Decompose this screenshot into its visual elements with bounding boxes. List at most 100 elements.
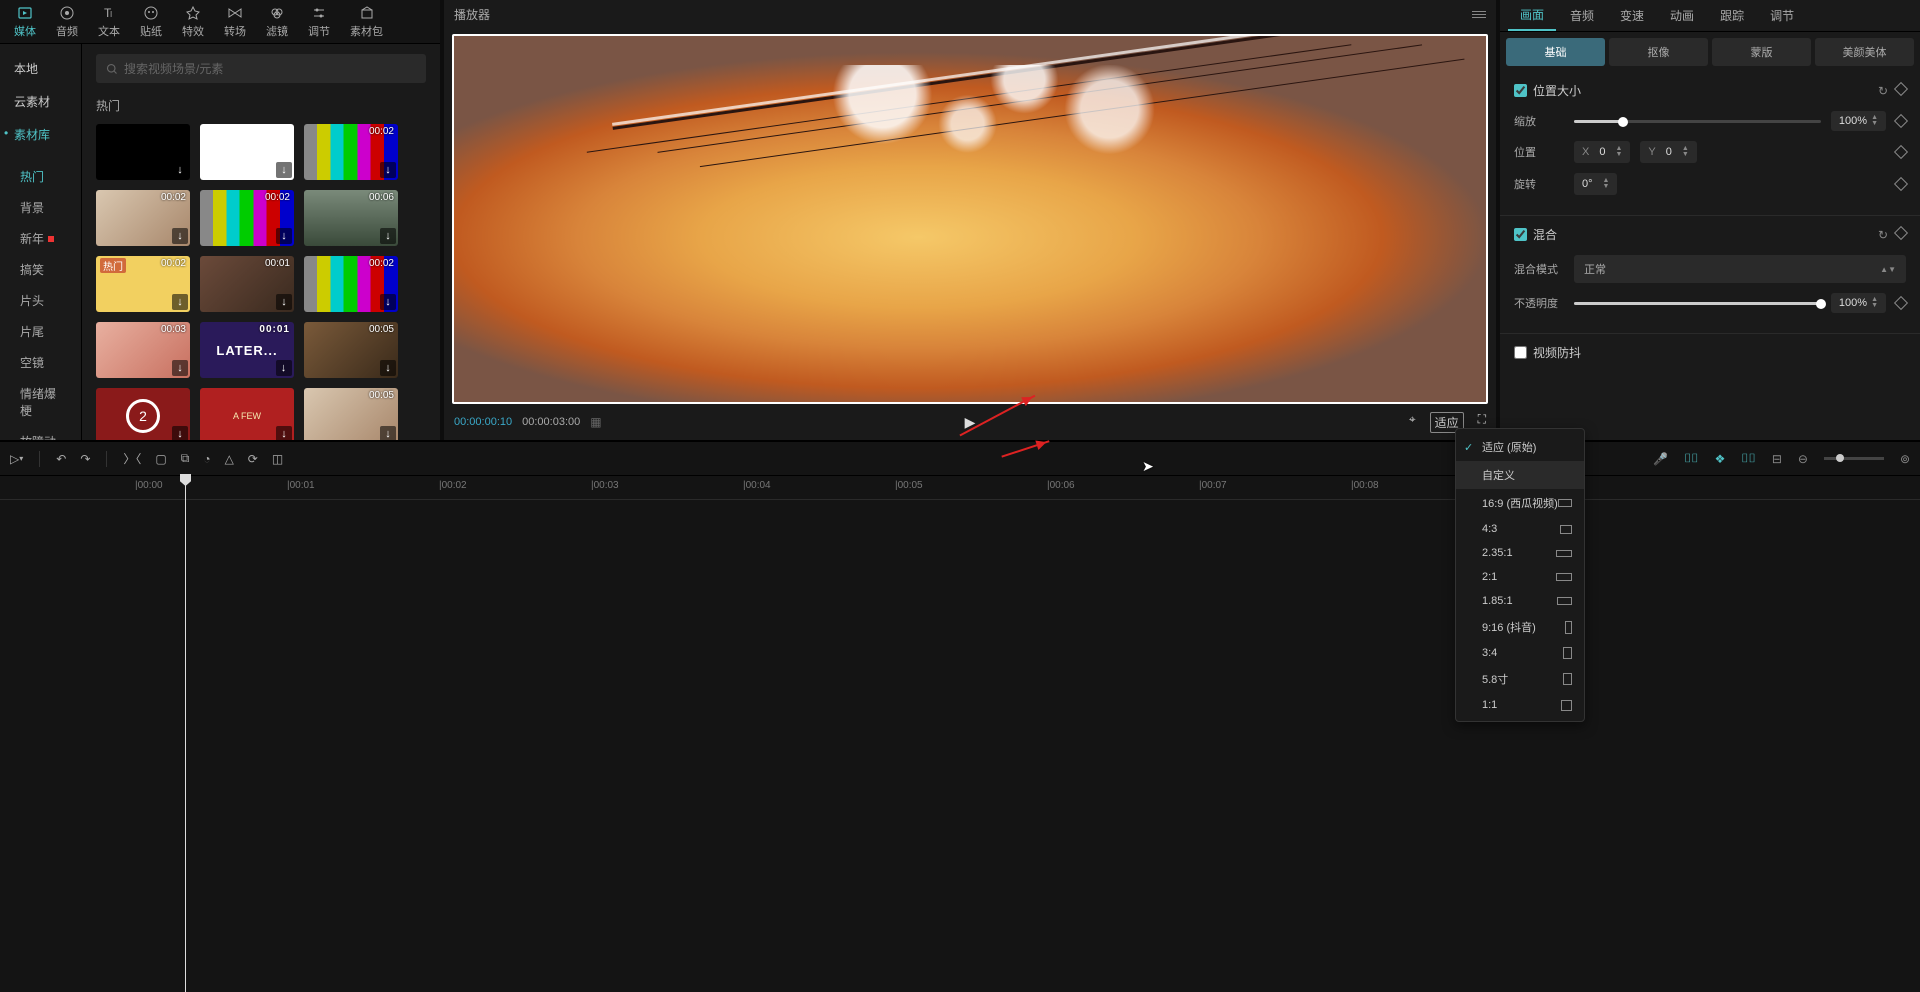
- ratio-option-1[interactable]: 自定义: [1456, 461, 1584, 489]
- crop-target-icon[interactable]: ⌖: [1409, 412, 1416, 433]
- props-tab-1[interactable]: 音频: [1558, 1, 1606, 30]
- scale-value[interactable]: 100%▲▼: [1831, 111, 1886, 131]
- media-thumb-14[interactable]: 00:05: [304, 388, 398, 440]
- props-tab-0[interactable]: 画面: [1508, 0, 1556, 31]
- position-size-checkbox[interactable]: [1514, 84, 1527, 97]
- download-icon[interactable]: [380, 228, 396, 244]
- zoom-fit-icon[interactable]: ⊚: [1900, 452, 1910, 466]
- media-thumb-1[interactable]: [200, 124, 294, 180]
- split-button[interactable]: 〉〈: [123, 450, 141, 467]
- category-2[interactable]: 新年: [0, 223, 81, 254]
- download-icon[interactable]: [276, 162, 292, 178]
- compare-icon[interactable]: ▦: [590, 415, 601, 429]
- media-thumb-9[interactable]: 00:03: [96, 322, 190, 378]
- media-thumb-5[interactable]: 00:06: [304, 190, 398, 246]
- download-icon[interactable]: [276, 228, 292, 244]
- lib-source-1[interactable]: 云素材: [0, 85, 81, 118]
- props-tab-4[interactable]: 跟踪: [1708, 1, 1756, 30]
- keyframe-icon[interactable]: [1894, 81, 1908, 95]
- playhead[interactable]: [185, 476, 186, 992]
- download-icon[interactable]: [172, 228, 188, 244]
- props-tab-5[interactable]: 调节: [1758, 1, 1806, 30]
- timeline-ruler[interactable]: |00:00|00:01|00:02|00:03|00:04|00:05|00:…: [0, 476, 1920, 500]
- opacity-slider[interactable]: [1574, 302, 1821, 305]
- lib-source-2[interactable]: 素材库: [0, 118, 81, 151]
- keyframe-icon[interactable]: [1894, 114, 1908, 128]
- video-player[interactable]: [452, 34, 1488, 404]
- top-tab-6[interactable]: 滤镜: [256, 1, 298, 43]
- ratio-option-3[interactable]: 4:3: [1456, 517, 1584, 541]
- zoom-out-icon[interactable]: ⊖: [1798, 452, 1808, 466]
- crop-button[interactable]: ◫: [272, 452, 283, 466]
- media-thumb-0[interactable]: [96, 124, 190, 180]
- lib-source-0[interactable]: 本地: [0, 52, 81, 85]
- download-icon[interactable]: [172, 426, 188, 440]
- download-icon[interactable]: [380, 360, 396, 376]
- media-thumb-12[interactable]: [96, 388, 190, 440]
- copy-button[interactable]: ⧉: [181, 451, 190, 466]
- category-5[interactable]: 片尾: [0, 316, 81, 347]
- props-subtab-2[interactable]: 蒙版: [1712, 38, 1811, 66]
- category-0[interactable]: 热门: [0, 161, 81, 192]
- props-tab-3[interactable]: 动画: [1658, 1, 1706, 30]
- category-3[interactable]: 搞笑: [0, 254, 81, 285]
- download-icon[interactable]: [380, 426, 396, 440]
- position-y-input[interactable]: Y0▲▼: [1640, 141, 1696, 163]
- download-icon[interactable]: [172, 360, 188, 376]
- props-tab-2[interactable]: 变速: [1608, 1, 1656, 30]
- ratio-option-10[interactable]: 1:1: [1456, 693, 1584, 717]
- props-subtab-3[interactable]: 美颜美体: [1815, 38, 1914, 66]
- reset-icon[interactable]: ↻: [1878, 84, 1888, 98]
- download-icon[interactable]: [276, 360, 292, 376]
- top-tab-5[interactable]: 转场: [214, 1, 256, 43]
- rotate-input[interactable]: 0°▲▼: [1574, 173, 1617, 195]
- keyframe-icon[interactable]: [1894, 177, 1908, 191]
- media-thumb-4[interactable]: 00:02: [200, 190, 294, 246]
- keyframe-icon[interactable]: [1894, 225, 1908, 239]
- ratio-option-0[interactable]: 适应 (原始): [1456, 433, 1584, 461]
- magnet-icon[interactable]: ⌷⌷: [1684, 451, 1698, 466]
- top-tab-8[interactable]: 素材包: [340, 1, 393, 43]
- top-tab-0[interactable]: 媒体: [4, 1, 46, 43]
- top-tab-1[interactable]: 音频: [46, 1, 88, 43]
- props-subtab-1[interactable]: 抠像: [1609, 38, 1708, 66]
- top-tab-7[interactable]: 调节: [298, 1, 340, 43]
- category-7[interactable]: 情绪爆梗: [0, 378, 81, 426]
- ratio-option-7[interactable]: 9:16 (抖音): [1456, 613, 1584, 641]
- media-thumb-7[interactable]: 00:01: [200, 256, 294, 312]
- ratio-option-2[interactable]: 16:9 (西瓜视频): [1456, 489, 1584, 517]
- category-6[interactable]: 空镜: [0, 347, 81, 378]
- scale-slider[interactable]: [1574, 120, 1821, 123]
- pointer-tool[interactable]: ▷▾: [10, 452, 23, 466]
- link-icon[interactable]: ❖: [1715, 452, 1726, 466]
- keyframe-icon[interactable]: [1894, 296, 1908, 310]
- blend-checkbox[interactable]: [1514, 228, 1527, 241]
- media-thumb-6[interactable]: 热门00:02: [96, 256, 190, 312]
- delete-button[interactable]: ▢: [155, 452, 166, 466]
- position-x-input[interactable]: X0▲▼: [1574, 141, 1630, 163]
- align-icon[interactable]: ⊟: [1772, 452, 1782, 466]
- search-input[interactable]: 搜索视频场景/元素: [96, 54, 426, 83]
- download-icon[interactable]: [380, 294, 396, 310]
- top-tab-4[interactable]: 特效: [172, 1, 214, 43]
- preview-menu-icon[interactable]: [1472, 11, 1486, 18]
- media-thumb-3[interactable]: 00:02: [96, 190, 190, 246]
- keyframe-icon[interactable]: [1894, 145, 1908, 159]
- ratio-option-9[interactable]: 5.8寸: [1456, 665, 1584, 693]
- media-thumb-8[interactable]: 00:02: [304, 256, 398, 312]
- stabilize-checkbox[interactable]: [1514, 346, 1527, 359]
- zoom-slider[interactable]: [1824, 457, 1884, 460]
- ratio-option-8[interactable]: 3:4: [1456, 641, 1584, 665]
- mic-icon[interactable]: 🎤: [1653, 452, 1668, 466]
- category-8[interactable]: 故障动画: [0, 426, 81, 440]
- download-icon[interactable]: [276, 426, 292, 440]
- download-icon[interactable]: [172, 294, 188, 310]
- download-icon[interactable]: [276, 294, 292, 310]
- category-4[interactable]: 片头: [0, 285, 81, 316]
- reset-icon[interactable]: ↻: [1878, 228, 1888, 242]
- media-thumb-2[interactable]: 00:02: [304, 124, 398, 180]
- rotate-button[interactable]: ⟳: [248, 452, 258, 466]
- undo-button[interactable]: ↶: [56, 452, 66, 466]
- ratio-option-6[interactable]: 1.85:1: [1456, 589, 1584, 613]
- media-thumb-11[interactable]: 00:05: [304, 322, 398, 378]
